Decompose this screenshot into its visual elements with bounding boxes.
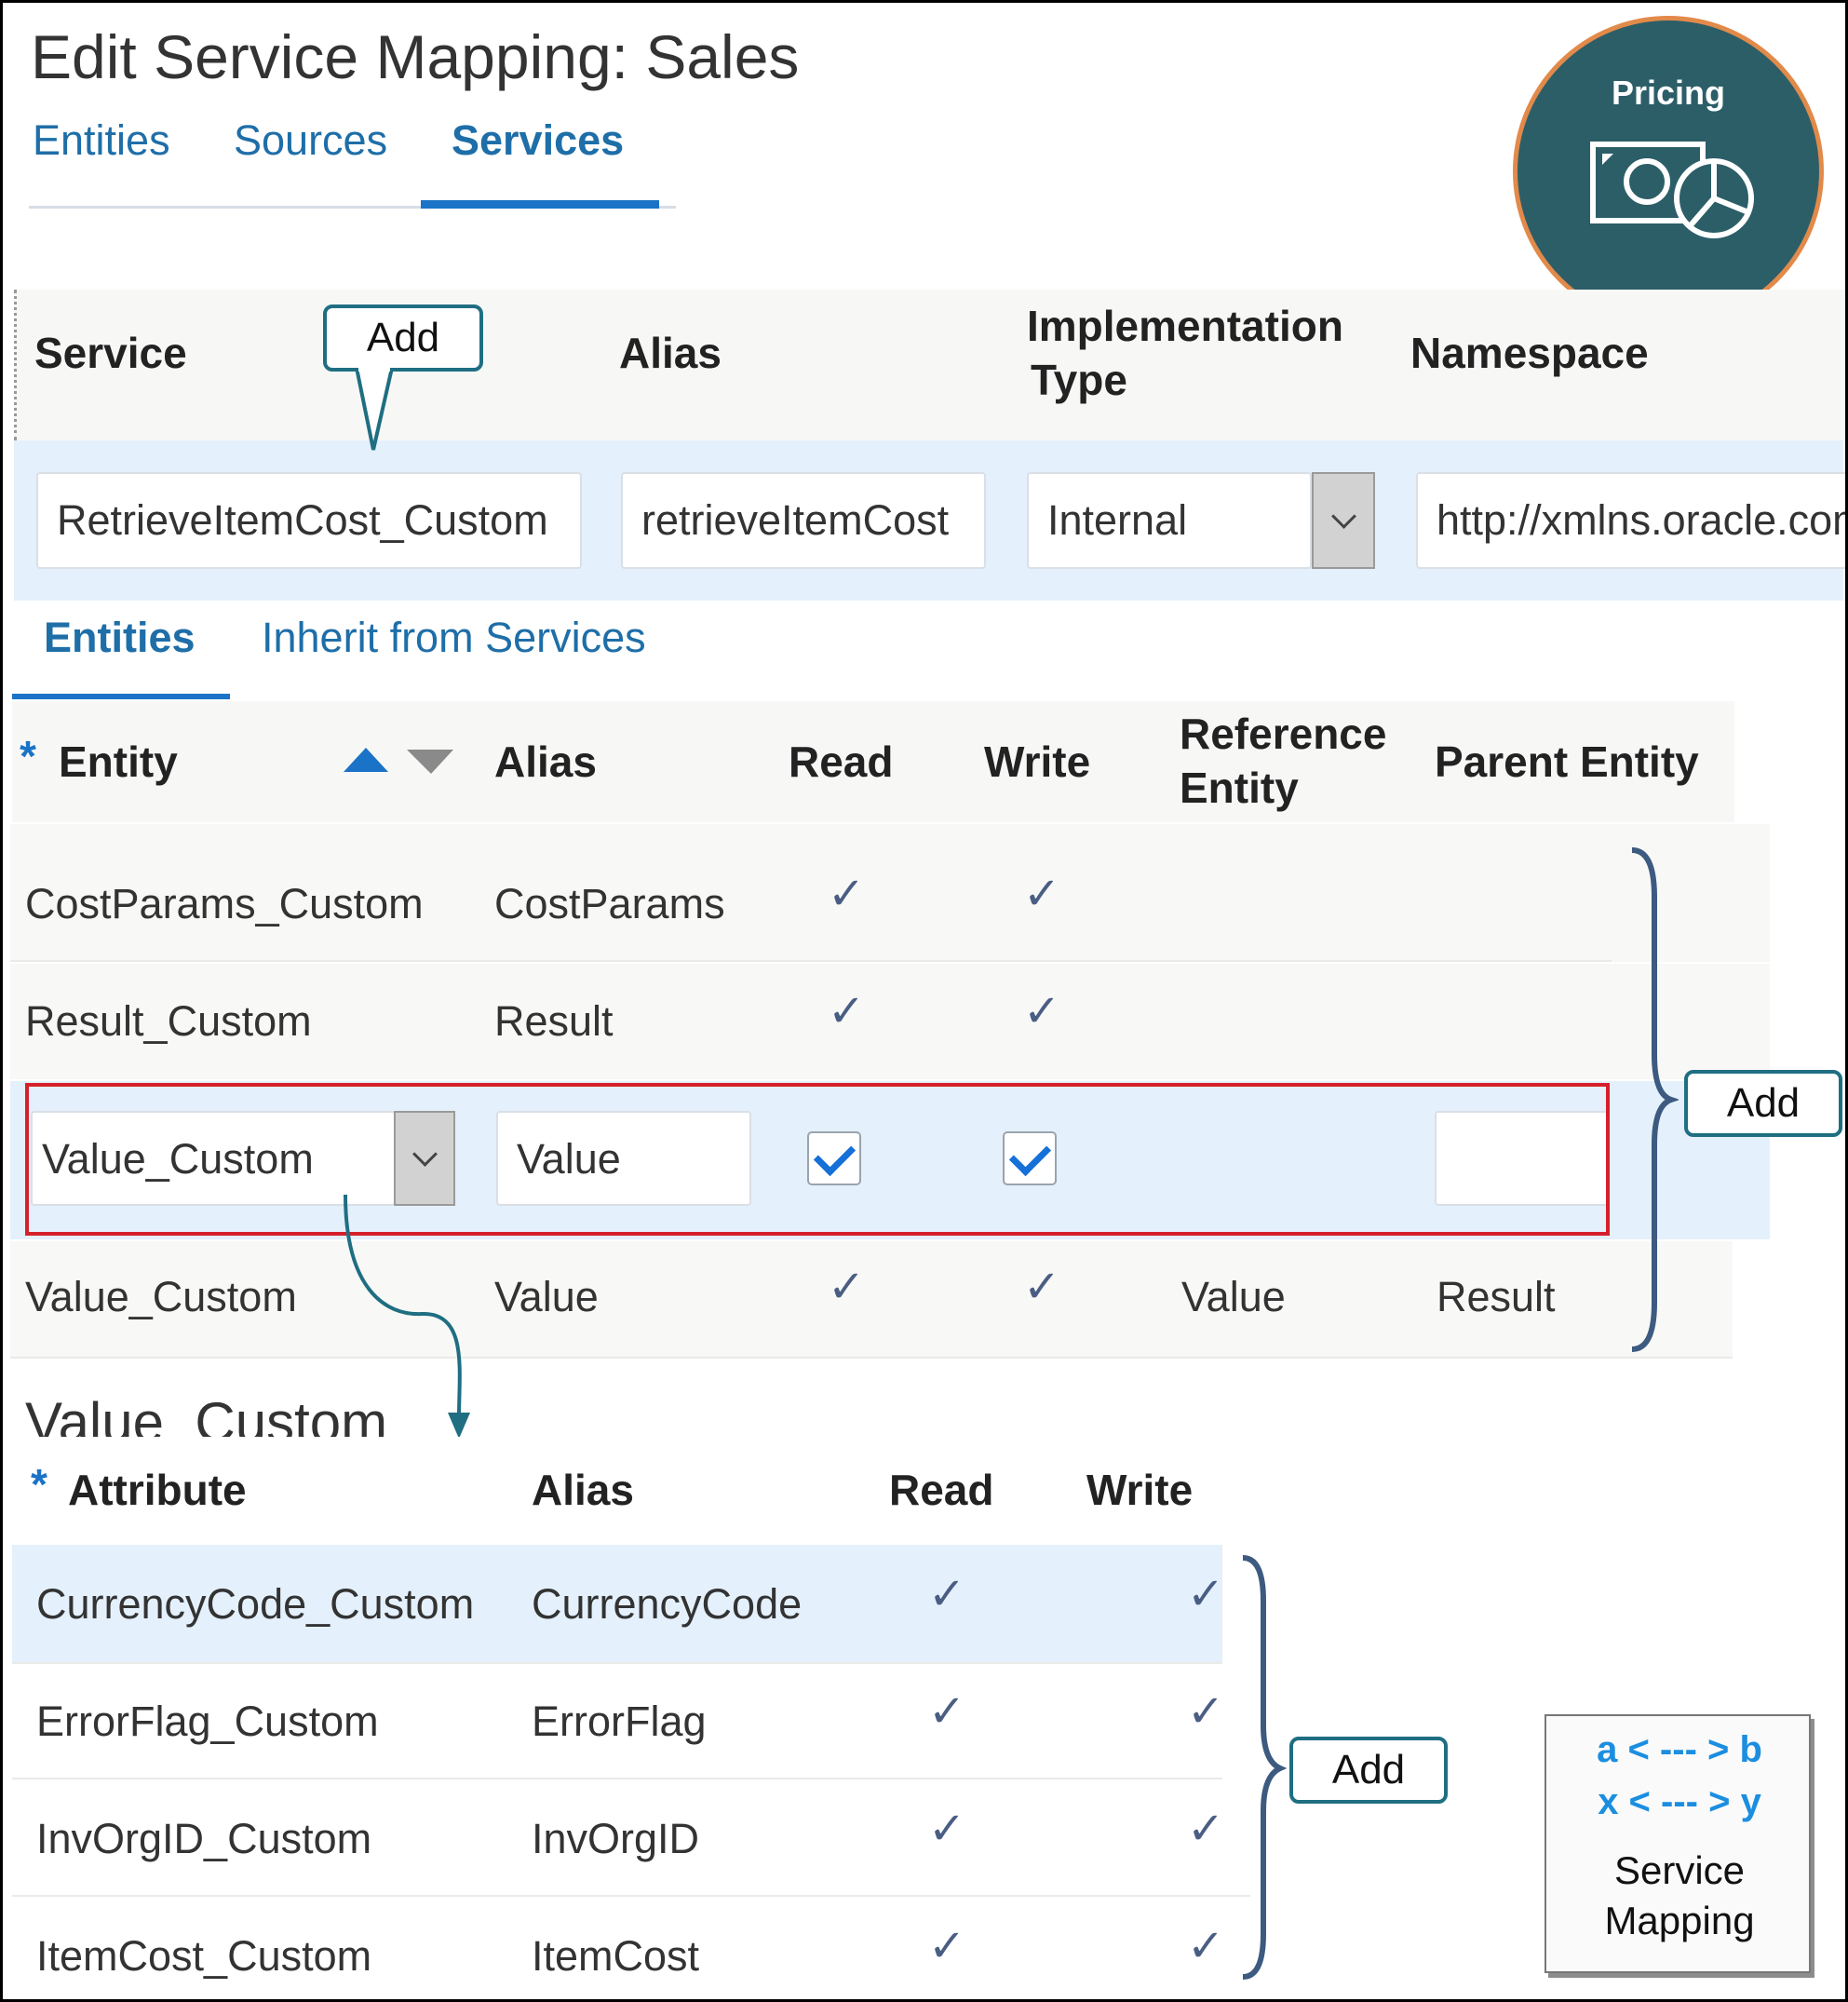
callout-add-service: Add	[323, 304, 483, 372]
tab-services[interactable]: Services	[452, 116, 624, 165]
entity-alias: CostParams	[494, 880, 725, 927]
col-header-attribute-alias: Alias	[532, 1466, 634, 1514]
attribute-name: ItemCost_Custom	[36, 1932, 372, 1980]
service-mapping-label-1: Service	[1613, 1848, 1746, 1892]
pricing-badge-label: Pricing	[1611, 74, 1726, 112]
entity-alias: Value	[494, 1273, 599, 1320]
read-check-icon: ✓	[828, 987, 866, 1036]
subtab-entities[interactable]: Entities	[44, 614, 196, 662]
service-mapping-badge: a < --- > b x < --- > y Service Mapping	[1544, 1714, 1811, 1973]
col-header-write: Write	[984, 737, 1091, 786]
reference-entity: Value	[1181, 1273, 1286, 1320]
col-header-reference-entity-2: Entity	[1180, 764, 1299, 812]
parent-entity: Result	[1437, 1273, 1556, 1320]
attribute-name: ErrorFlag_Custom	[36, 1698, 379, 1745]
attribute-alias: ItemCost	[532, 1932, 700, 1980]
col-header-attribute: Attribute	[68, 1466, 247, 1514]
write-check-icon: ✓	[1187, 1687, 1225, 1737]
service-alias-field[interactable]: retrieveItemCost	[621, 472, 986, 569]
attribute-name: CurrencyCode_Custom	[36, 1580, 475, 1628]
mapping-line-2: x < --- > y	[1598, 1781, 1761, 1822]
entity-name: Result_Custom	[25, 997, 312, 1045]
row-divider	[12, 1662, 1222, 1664]
service-mapping-label-2: Mapping	[1604, 1899, 1755, 1942]
service-name-field[interactable]: RetrieveItemCost_Custom	[36, 472, 582, 569]
attribute-alias: ErrorFlag	[532, 1698, 707, 1745]
col-header-implementation-type-2: Type	[1031, 356, 1127, 404]
tab-sources[interactable]: Sources	[234, 116, 387, 165]
row-divider	[12, 1778, 1222, 1779]
row-divider	[10, 960, 1612, 962]
sort-icon[interactable]	[340, 744, 457, 778]
callout-add-attributes: Add	[1289, 1737, 1448, 1804]
implementation-type-dropdown-button[interactable]	[1312, 472, 1375, 569]
read-check-icon: ✓	[928, 1922, 966, 1971]
write-check-icon: ✓	[1187, 1922, 1225, 1971]
active-subtab-indicator	[12, 694, 230, 699]
col-header-entity: Entity	[59, 737, 178, 786]
read-check-icon: ✓	[828, 870, 866, 919]
col-header-namespace: Namespace	[1410, 329, 1649, 377]
subtab-inherit-from-services[interactable]: Inherit from Services	[262, 614, 646, 662]
highlight-box	[25, 1083, 1610, 1236]
entities-brace	[1631, 847, 1679, 1352]
col-header-parent-entity: Parent Entity	[1435, 737, 1699, 786]
mapping-line-1: a < --- > b	[1597, 1729, 1762, 1770]
col-header-attribute-write: Write	[1086, 1466, 1194, 1514]
read-check-icon: ✓	[928, 1805, 966, 1854]
write-check-icon: ✓	[1023, 1263, 1061, 1312]
tab-entities[interactable]: Entities	[33, 116, 170, 165]
write-check-icon: ✓	[1023, 987, 1061, 1036]
col-header-attribute-read: Read	[889, 1466, 994, 1514]
write-check-icon: ✓	[1187, 1805, 1225, 1854]
entity-name: CostParams_Custom	[25, 880, 424, 927]
required-marker: *	[31, 1460, 47, 1508]
required-marker: *	[20, 732, 36, 780]
col-header-implementation-type-1: Implementation	[1027, 302, 1343, 350]
entity-alias: Result	[494, 997, 614, 1045]
callout-add-entities: Add	[1684, 1070, 1842, 1137]
write-check-icon: ✓	[1023, 870, 1061, 919]
row-divider	[12, 1895, 1250, 1897]
row-divider	[10, 1357, 1733, 1359]
namespace-field[interactable]: http://xmlns.oracle.com	[1416, 472, 1845, 569]
read-check-icon: ✓	[828, 1263, 866, 1312]
callout-pointer	[355, 368, 394, 451]
chevron-down-icon	[1330, 503, 1356, 529]
attribute-name: InvOrgID_Custom	[36, 1815, 372, 1862]
col-header-entity-alias: Alias	[494, 737, 597, 786]
read-check-icon: ✓	[928, 1687, 966, 1737]
attribute-alias: CurrencyCode	[532, 1580, 803, 1628]
entity-name: Value_Custom	[25, 1273, 297, 1320]
col-header-service: Service	[34, 329, 187, 377]
implementation-type-select[interactable]: Internal	[1027, 472, 1312, 569]
attributes-brace	[1242, 1555, 1288, 1980]
screenshot-frame: Edit Service Mapping: Sales Entities Sou…	[0, 0, 1848, 2002]
col-header-reference-entity-1: Reference	[1180, 710, 1387, 758]
active-tab-indicator	[421, 200, 659, 209]
read-check-icon: ✓	[928, 1570, 966, 1619]
money-pie-chart-icon	[1590, 142, 1754, 238]
write-check-icon: ✓	[1187, 1570, 1225, 1619]
col-header-alias: Alias	[619, 329, 722, 377]
col-header-read: Read	[789, 737, 894, 786]
page-title: Edit Service Mapping: Sales	[31, 22, 800, 91]
attribute-alias: InvOrgID	[532, 1815, 700, 1862]
